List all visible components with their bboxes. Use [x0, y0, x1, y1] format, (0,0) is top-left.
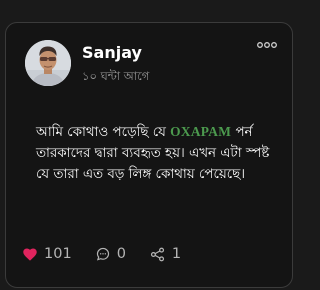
- author-name[interactable]: Sanjay: [82, 43, 142, 63]
- comment-button[interactable]: 0: [96, 245, 126, 263]
- more-dots-icon: [257, 42, 277, 48]
- post-body: আমি কোথাও পড়েছি যে OXAPAM পর্ন তারকাদের…: [36, 121, 280, 185]
- brand-name: OXAPAM: [170, 124, 232, 139]
- like-button[interactable]: 101: [23, 245, 72, 263]
- comment-bubble-icon: [96, 247, 109, 261]
- post-card: Sanjay ১০ ঘন্টা আগে আমি কোথাও পড়েছি যে …: [5, 22, 293, 288]
- comment-count: 0: [116, 246, 126, 262]
- more-options-button[interactable]: [256, 36, 278, 48]
- post-timestamp[interactable]: ১০ ঘন্টা আগে: [82, 68, 149, 84]
- share-button[interactable]: 1: [150, 245, 181, 263]
- avatar[interactable]: [25, 40, 71, 86]
- share-icon: [150, 247, 164, 261]
- post-actions: 101 0 1: [23, 244, 205, 264]
- avatar-photo: [25, 40, 71, 86]
- like-count: 101: [44, 246, 72, 262]
- post-text-start: আমি কোথাও পড়েছি যে: [36, 125, 171, 140]
- share-count: 1: [171, 246, 182, 262]
- heart-icon: [23, 248, 37, 261]
